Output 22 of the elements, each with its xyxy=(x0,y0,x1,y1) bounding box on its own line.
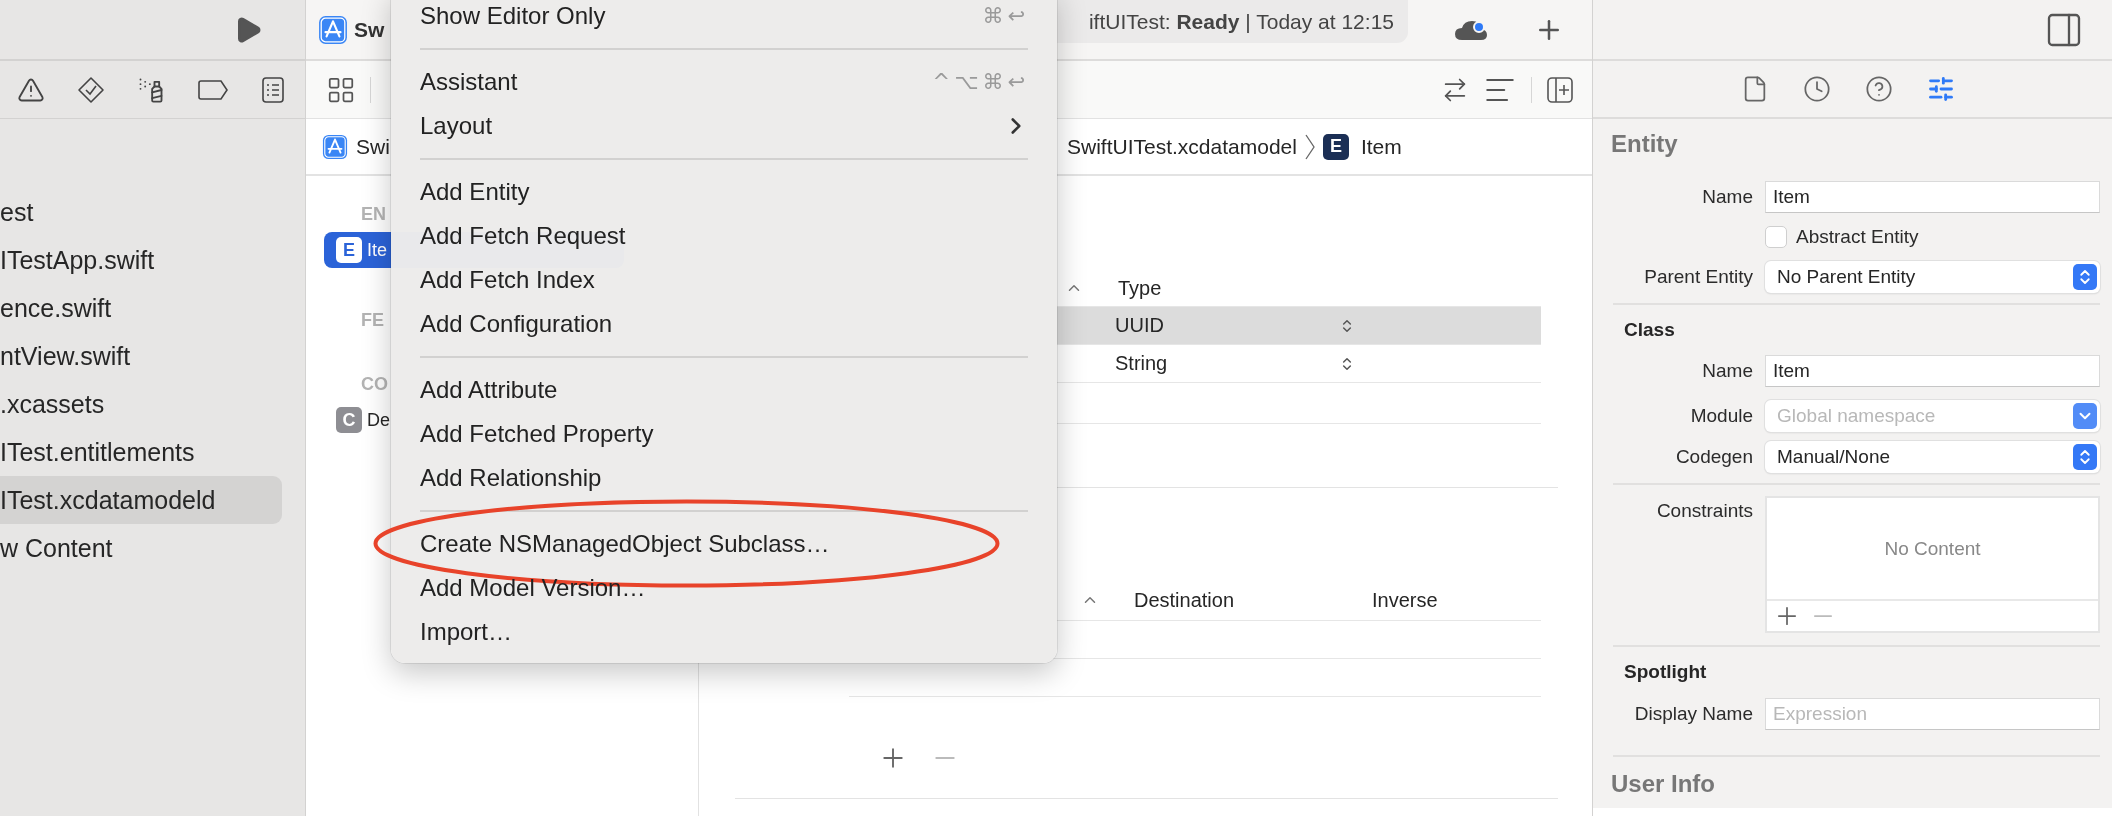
field-label: Constraints xyxy=(1656,500,1753,522)
type-value: UUID xyxy=(1115,314,1164,337)
section-header: FE xyxy=(360,309,384,332)
field-label: Display Name xyxy=(1634,703,1753,725)
section-title: Class xyxy=(1623,318,1675,342)
entity-badge: C xyxy=(336,407,362,433)
empty-message: No Content xyxy=(1883,536,1982,561)
section-header: CO xyxy=(360,373,388,396)
project-title: Sw xyxy=(354,17,385,43)
entity-badge: E xyxy=(1322,133,1349,160)
checkbox-label: Abstract Entity xyxy=(1796,226,1919,248)
field-label: Name xyxy=(1702,360,1753,382)
section-title: Entity xyxy=(1610,129,1678,159)
section-title: Spotlight xyxy=(1623,660,1707,684)
field-label: Parent Entity xyxy=(1644,266,1753,288)
section-header: EN xyxy=(360,203,386,226)
field-label: Module xyxy=(1690,405,1753,427)
type-value: String xyxy=(1115,352,1168,375)
field-label: Codegen xyxy=(1675,446,1753,468)
section-title: User Info xyxy=(1610,769,1715,799)
field-label: Name xyxy=(1702,186,1753,208)
entity-badge: E xyxy=(336,237,362,263)
